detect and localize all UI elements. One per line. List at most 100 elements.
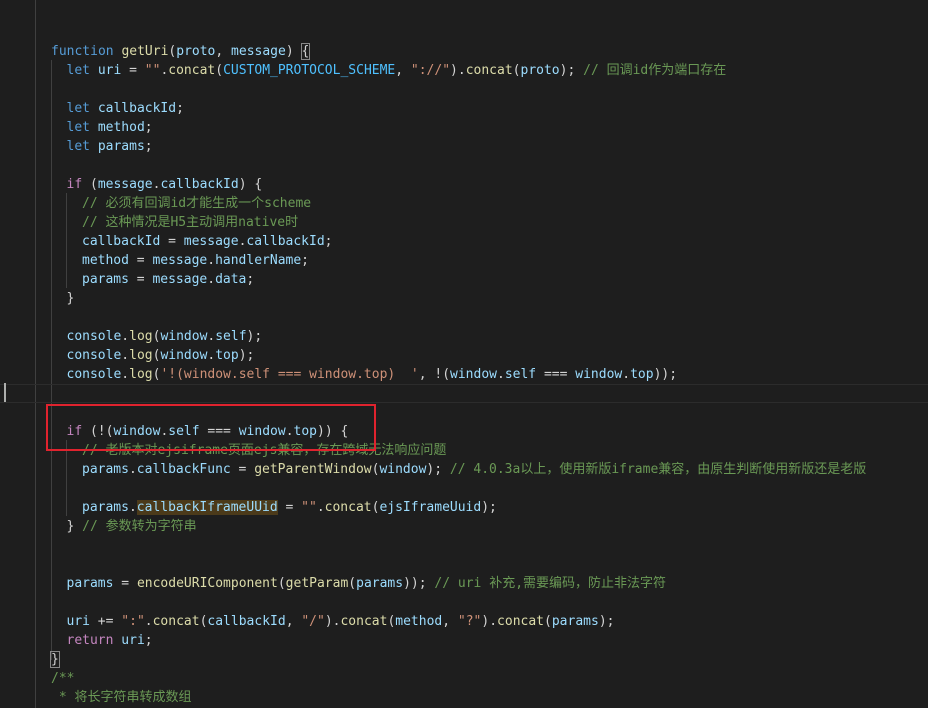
code-token: callbackId — [97, 101, 177, 116]
code-line[interactable]: params.callbackIframeUUid = "".concat(ej… — [0, 498, 928, 517]
code-token: ); — [426, 462, 450, 477]
code-line[interactable] — [0, 384, 928, 403]
code-token: callbackId — [160, 177, 239, 192]
code-token: console — [66, 348, 122, 363]
code-token: { — [300, 43, 311, 60]
code-token: ); — [481, 500, 497, 515]
code-line[interactable]: let callbackId; — [0, 99, 928, 118]
code-line[interactable] — [0, 536, 928, 555]
code-token: message — [231, 44, 286, 59]
code-token: ( — [544, 614, 552, 629]
code-token: top — [215, 348, 239, 363]
code-token: let — [66, 63, 90, 78]
code-line[interactable] — [0, 555, 928, 574]
code-token: = — [230, 462, 255, 477]
code-text: // 必须有回调id才能生成一个scheme — [82, 194, 311, 213]
code-token: uri — [97, 63, 122, 78]
code-line[interactable]: } — [0, 289, 928, 308]
code-line[interactable]: params = message.data; — [0, 270, 928, 289]
code-line[interactable]: /** — [0, 669, 928, 688]
code-line[interactable]: * 将长字符串转成数组 — [0, 688, 928, 707]
code-token: ) { — [238, 177, 263, 192]
code-token: "" — [301, 500, 317, 515]
code-token: params — [97, 139, 145, 154]
code-token: ). — [324, 614, 341, 629]
code-token: getParam — [285, 576, 349, 591]
code-text: let params; — [67, 137, 153, 156]
code-token: ); — [598, 614, 615, 629]
code-line[interactable] — [0, 23, 928, 42]
code-text: * 将长字符串转成数组 — [51, 688, 192, 707]
code-token: . — [207, 272, 216, 287]
code-text: console.log(window.self); — [67, 327, 263, 346]
code-line[interactable] — [0, 308, 928, 327]
code-line[interactable] — [0, 593, 928, 612]
text-cursor — [4, 383, 6, 402]
code-token: self — [215, 329, 247, 344]
code-token: * 将长字符串转成数组 — [51, 690, 192, 705]
code-line[interactable]: uri += ":".concat(callbackId, "/").conca… — [0, 612, 928, 631]
code-line[interactable]: if (message.callbackId) { — [0, 175, 928, 194]
code-line[interactable] — [0, 4, 928, 23]
code-line[interactable]: params.callbackFunc = getParentWindow(wi… — [0, 460, 928, 479]
code-text: function getUri(proto, message) { — [51, 42, 311, 61]
code-text: params.callbackIframeUUid = "".concat(ej… — [82, 498, 497, 517]
code-line[interactable]: let method; — [0, 118, 928, 137]
code-token: let — [66, 101, 90, 116]
code-text: console.log('!(window.self === window.to… — [67, 365, 678, 384]
code-line[interactable]: console.log('!(window.self === window.to… — [0, 365, 928, 384]
code-line[interactable]: let params; — [0, 137, 928, 156]
code-editor[interactable]: function getUri(proto, message) {let uri… — [0, 0, 928, 708]
code-text: /** — [51, 669, 74, 688]
code-token: . — [128, 462, 137, 477]
code-line[interactable] — [0, 156, 928, 175]
code-line[interactable]: let uri = "".concat(CUSTOM_PROTOCOL_SCHE… — [0, 61, 928, 80]
code-token: ); — [559, 63, 584, 78]
code-line[interactable]: // 这种情况是H5主动调用native时 — [0, 213, 928, 232]
code-line[interactable]: function getUri(proto, message) { — [0, 42, 928, 61]
code-token: if — [66, 177, 83, 192]
code-token: ) — [285, 44, 302, 59]
code-line[interactable]: // 必须有回调id才能生成一个scheme — [0, 194, 928, 213]
code-line[interactable] — [0, 80, 928, 99]
code-token: )); — [403, 576, 435, 591]
code-token: console — [66, 329, 122, 344]
code-line[interactable]: method = message.handlerName; — [0, 251, 928, 270]
code-token: = — [128, 272, 153, 287]
code-token: uri — [121, 633, 145, 648]
code-token: method — [395, 614, 443, 629]
code-text: callbackId = message.callbackId; — [82, 232, 333, 251]
code-token: message — [183, 234, 239, 249]
code-token: , !( — [418, 367, 451, 382]
code-token: = — [128, 253, 153, 268]
code-token: = — [121, 63, 145, 78]
code-token: ); — [246, 329, 263, 344]
code-line[interactable]: params = encodeURIComponent(getParam(par… — [0, 574, 928, 593]
code-token: ejsIframeUuid — [379, 500, 482, 515]
code-token: message — [152, 272, 208, 287]
code-line[interactable]: console.log(window.self); — [0, 327, 928, 346]
code-token: encodeURIComponent — [136, 576, 278, 591]
code-token: concat — [497, 614, 545, 629]
code-line[interactable]: callbackId = message.callbackId; — [0, 232, 928, 251]
code-text: params = message.data; — [82, 270, 254, 289]
code-token: ( — [512, 63, 521, 78]
code-line[interactable]: return uri; — [0, 631, 928, 650]
code-text: params = encodeURIComponent(getParam(par… — [67, 574, 667, 593]
code-line[interactable]: } // 参数转为字符串 — [0, 517, 928, 536]
code-token: ( — [277, 576, 286, 591]
code-text: if (message.callbackId) { — [67, 175, 263, 194]
code-token: getParentWindow — [254, 462, 372, 477]
code-text: } // 参数转为字符串 — [67, 517, 197, 536]
code-line[interactable]: } — [0, 650, 928, 669]
code-token: params — [356, 576, 404, 591]
code-token: ). — [481, 614, 498, 629]
code-token: message — [97, 177, 153, 192]
code-token: , — [395, 63, 411, 78]
code-line[interactable]: console.log(window.top); — [0, 346, 928, 365]
code-line[interactable] — [0, 479, 928, 498]
code-text: return uri; — [67, 631, 153, 650]
code-text: console.log(window.top); — [67, 346, 255, 365]
